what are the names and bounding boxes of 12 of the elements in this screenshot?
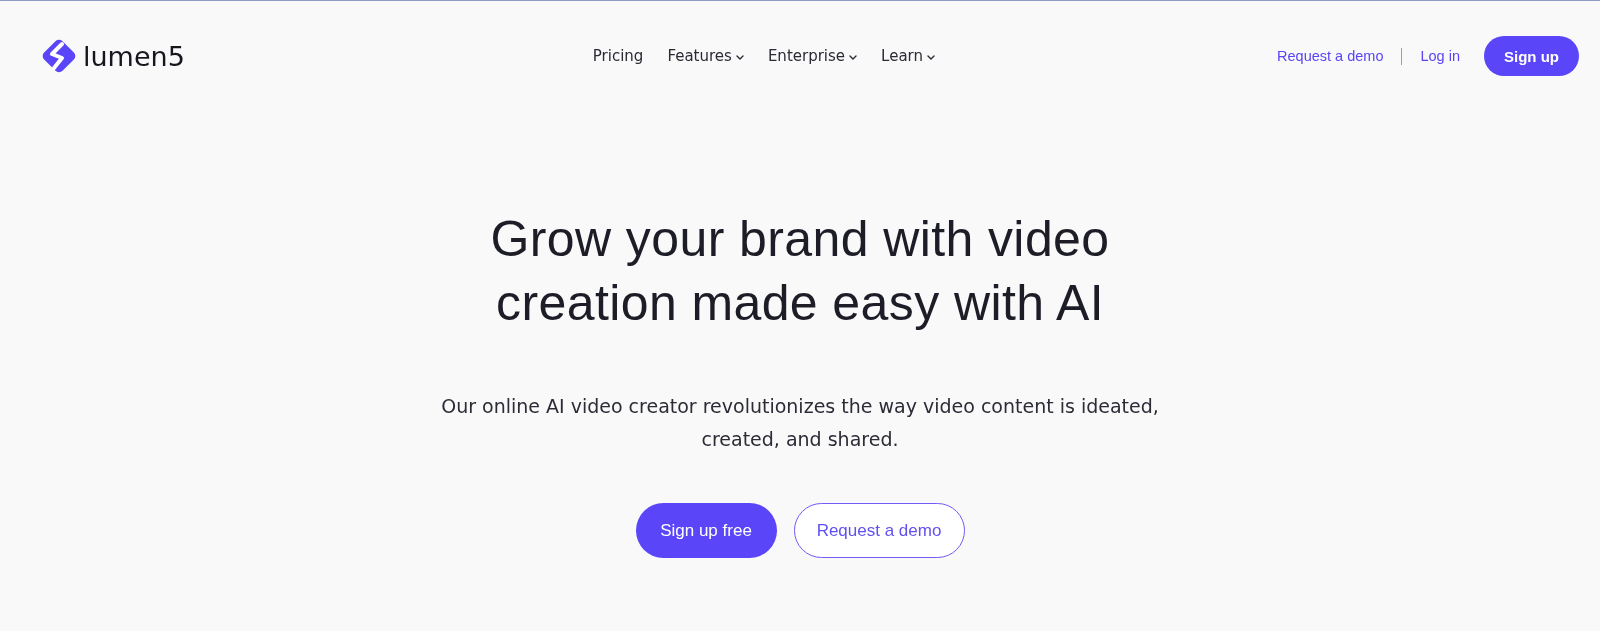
- header-link[interactable]: Request a demo: [1277, 48, 1384, 64]
- nav-link[interactable]: Features: [667, 47, 744, 65]
- hero-heading: Grow your brand with video creation made easy with AI: [489, 210, 1111, 333]
- header-link[interactable]: Log in: [1420, 48, 1460, 64]
- logo-wordmark[interactable]: lumen5: [83, 40, 185, 72]
- nav-link[interactable]: Enterprise: [767, 47, 858, 65]
- sign-up-button[interactable]: Sign up: [1484, 36, 1579, 76]
- hero-description: Our online AI video creator revolutionizes the way video content is ideated, created, and shared.: [440, 394, 1160, 452]
- sign-up-free-button[interactable]: Sign up free: [635, 503, 777, 558]
- request-demo-button[interactable]: Request a demo: [793, 503, 965, 558]
- nav-link[interactable]: Learn: [881, 47, 935, 65]
- nav-link[interactable]: Pricing: [592, 47, 644, 65]
